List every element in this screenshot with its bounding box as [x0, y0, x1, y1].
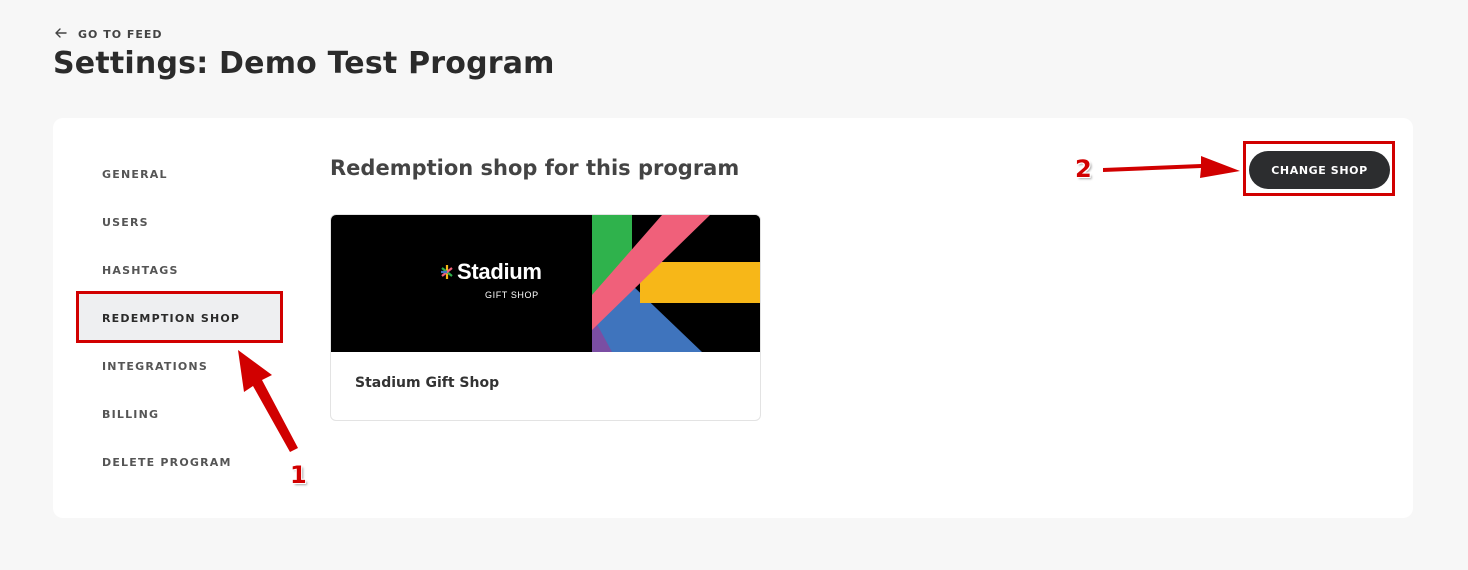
shop-banner-image: Stadium GIFT SHOP	[331, 215, 760, 352]
change-shop-button[interactable]: CHANGE SHOP	[1249, 151, 1390, 189]
sidebar-item-billing[interactable]: BILLING	[77, 390, 283, 438]
stadium-star-icon	[441, 265, 453, 279]
shop-card[interactable]: Stadium GIFT SHOP Stadium Gift Shop	[330, 214, 761, 421]
annotation-number-two: 2	[1075, 155, 1092, 183]
stadium-logo: Stadium	[441, 259, 542, 285]
sidebar-item-label: GENERAL	[102, 167, 168, 181]
sidebar-item-label: HASHTAGS	[102, 263, 179, 277]
arrow-left-icon	[54, 26, 68, 43]
sidebar-item-hashtags[interactable]: HASHTAGS	[77, 246, 283, 294]
annotation-number-one: 1	[290, 461, 307, 489]
sidebar-item-delete-program[interactable]: DELETE PROGRAM	[77, 438, 283, 486]
sidebar-item-label: REDEMPTION SHOP	[102, 311, 241, 325]
settings-card: GENERAL USERS HASHTAGS REDEMPTION SHOP I…	[53, 118, 1413, 518]
sidebar-item-label: INTEGRATIONS	[102, 359, 208, 373]
banner-graphic	[592, 215, 760, 352]
go-to-feed-link[interactable]: GO TO FEED	[54, 26, 163, 43]
shop-name: Stadium Gift Shop	[355, 375, 500, 391]
sidebar-item-users[interactable]: USERS	[77, 198, 283, 246]
page-title: Settings: Demo Test Program	[53, 46, 555, 81]
sidebar-item-label: DELETE PROGRAM	[102, 455, 232, 469]
sidebar-item-general[interactable]: GENERAL	[77, 150, 283, 198]
sidebar-item-label: USERS	[102, 215, 149, 229]
brand-name: Stadium	[457, 259, 542, 284]
section-title: Redemption shop for this program	[330, 156, 740, 180]
sidebar-item-integrations[interactable]: INTEGRATIONS	[77, 342, 283, 390]
sidebar-item-label: BILLING	[102, 407, 160, 421]
go-to-feed-label: GO TO FEED	[78, 28, 163, 41]
brand-subtitle: GIFT SHOP	[485, 290, 539, 300]
sidebar-item-redemption-shop[interactable]: REDEMPTION SHOP	[77, 294, 283, 342]
